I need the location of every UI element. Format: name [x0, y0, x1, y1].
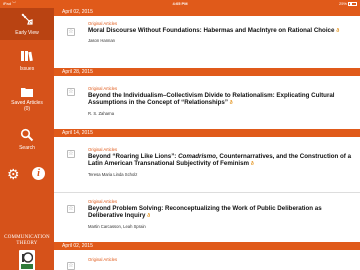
article-list[interactable]: April 02, 2015 ☆ Original Articles Moral… [54, 8, 360, 270]
article-body: Original Articles Moral Discourse Withou… [88, 21, 352, 43]
sidebar-item-issues[interactable]: Issues [0, 50, 54, 78]
star-icon[interactable]: ☆ [67, 28, 75, 36]
sidebar-item-label: Search [19, 145, 35, 151]
sidebar-item-search[interactable]: Search [0, 128, 54, 158]
article-body: Original Articles Beyond the Individuali… [88, 86, 352, 116]
article-title[interactable]: Beyond Problem Solving: Reconceptualizin… [88, 205, 352, 221]
section-label: Original Articles [88, 21, 118, 26]
article-body: Original Articles Beyond Problem Solving… [88, 199, 352, 229]
section-label: Original Articles [88, 257, 118, 262]
article-title[interactable]: Beyond “Roaring Like Lions”: Comadrismo,… [88, 153, 352, 169]
ica-logo-band [21, 264, 33, 269]
article-title[interactable]: Moral Discourse Without Foundations: Hab… [88, 27, 352, 35]
list-item[interactable]: ☆ Original Articles Moral Discourse With… [54, 18, 360, 58]
sidebar-item-early-view[interactable]: Early View [0, 8, 54, 40]
info-icon[interactable]: i [32, 167, 45, 180]
article-authors: Teresa Maria Linda Scholz [88, 171, 138, 177]
open-access-lock-icon: ð [147, 213, 151, 220]
sidebar-item-label: Early View [15, 30, 39, 36]
magnifier-icon [20, 128, 34, 142]
date-header: April 28, 2015 [54, 68, 360, 76]
open-access-lock-icon: ð [229, 100, 233, 107]
open-access-lock-icon: ð [250, 161, 254, 168]
gear-icon[interactable]: ⚙ [7, 167, 20, 181]
section-label: Original Articles [88, 199, 118, 204]
status-bar: iPad ︶ 4:05 PM 25% [0, 0, 360, 8]
date-header: April 14, 2015 [54, 129, 360, 137]
sidebar-utility-icons: ⚙ i [0, 167, 54, 181]
date-header: April 02, 2015 [54, 8, 360, 16]
folder-icon [21, 88, 33, 97]
article-authors: Jason Hannan [88, 38, 116, 44]
star-icon[interactable]: ☆ [67, 205, 75, 213]
list-item[interactable]: ☆ Original Articles Beyond Problem Solvi… [54, 193, 360, 239]
section-label: Original Articles [88, 147, 118, 152]
article-authors: Martin Carcasson, Leah Sprain [88, 223, 146, 229]
quill-pen-icon [21, 13, 33, 25]
article-authors: R. S. Zaharna [88, 110, 115, 116]
article-title[interactable]: Beyond the Individualism–Collectivism Di… [88, 92, 352, 108]
section-label: Original Articles [88, 86, 118, 91]
list-item[interactable]: ☆ Original Articles Beyond “Roaring Like… [54, 139, 360, 187]
ica-mark [22, 252, 33, 263]
article-body: Original Articles [88, 257, 352, 262]
article-body: Original Articles Beyond “Roaring Like L… [88, 147, 352, 177]
clock: 4:05 PM [172, 1, 188, 6]
sidebar-item-label: Saved Articles (0) [11, 100, 43, 112]
sidebar: Early View Issues Saved Articles (0) Sea… [0, 8, 54, 270]
star-icon[interactable]: ☆ [67, 150, 75, 158]
books-icon [21, 51, 33, 62]
star-icon[interactable]: ☆ [67, 262, 75, 270]
sidebar-item-saved-articles[interactable]: Saved Articles (0) [0, 86, 54, 122]
star-icon[interactable]: ☆ [67, 88, 75, 96]
sidebar-item-label: Issues [19, 66, 35, 72]
battery-icon [348, 1, 357, 6]
open-access-lock-icon: ð [336, 28, 340, 34]
date-header: April 02, 2015 [54, 242, 360, 250]
journal-title: COMMUNICATION THEORY [4, 235, 50, 246]
ica-logo [19, 250, 35, 270]
list-item[interactable]: ☆ Original Articles [54, 252, 360, 270]
battery-status: 25% [339, 0, 357, 8]
list-item[interactable]: ☆ Original Articles Beyond the Individua… [54, 78, 360, 116]
